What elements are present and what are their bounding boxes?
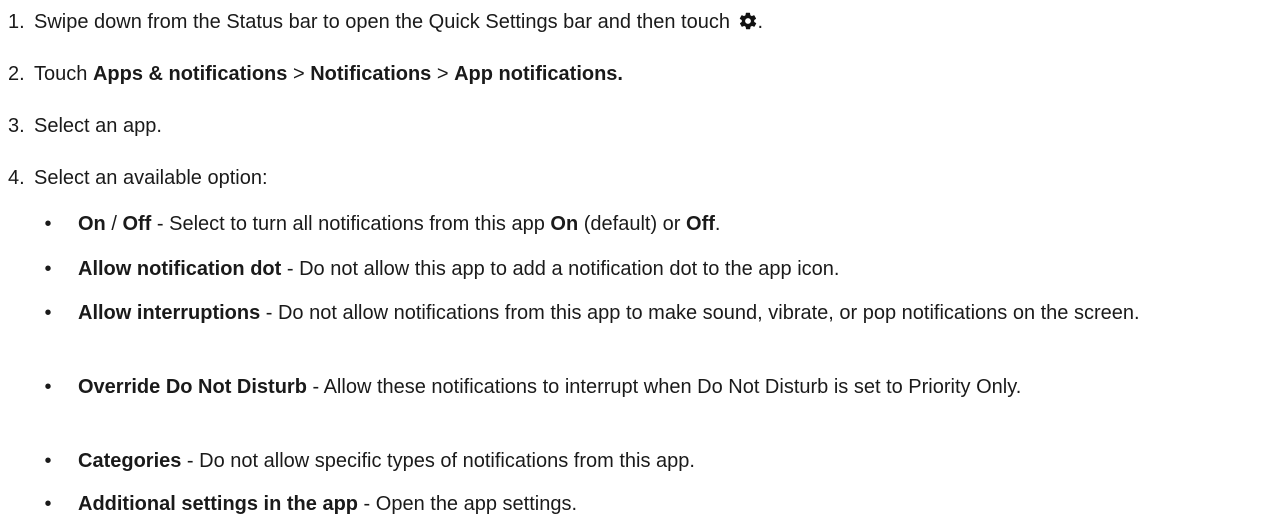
option-description: - Do not allow this app to add a notific… xyxy=(281,258,840,280)
option-allow-notification-dot: • Allow notification dot - Do not allow t… xyxy=(44,254,1268,284)
step-text: Swipe down from the Status bar to open t… xyxy=(34,11,730,33)
option-description: - Do not allow notifications from this a… xyxy=(260,302,1140,324)
step-number: 1. xyxy=(8,11,25,33)
menu-path-app-notifications: App notifications. xyxy=(454,63,623,85)
option-term: Allow interruptions xyxy=(78,302,261,324)
step-text: Select an available option: xyxy=(34,167,268,189)
bullet-marker: • xyxy=(44,450,52,472)
step-4: 4. Select an available option: xyxy=(8,166,268,190)
option-allow-interruptions: • Allow interruptions - Do not allow noti… xyxy=(44,298,1268,328)
option-term: Additional settings in the app xyxy=(78,493,358,515)
bullet-marker: • xyxy=(44,258,52,280)
option-term: Allow notification dot xyxy=(78,258,282,280)
option-description: - Allow these notifications to interrupt… xyxy=(306,376,1022,398)
option-term: Override Do Not Disturb xyxy=(78,376,307,398)
option-description: - Do not allow specific types of notific… xyxy=(181,450,695,472)
option-on-off: • On / Off - Select to turn all notificat… xyxy=(44,209,1268,239)
bullet-marker: • xyxy=(44,376,52,398)
step-number: 3. xyxy=(8,115,25,137)
option-categories: • Categories - Do not allow specific type… xyxy=(44,446,1268,476)
step-1: 1. Swipe down from the Status bar to open… xyxy=(8,11,764,33)
gear-icon xyxy=(739,12,756,30)
bullet-marker: • xyxy=(44,493,52,515)
menu-path-apps-notifications: Apps & notifications xyxy=(92,63,288,85)
step-number: 2. xyxy=(8,63,25,85)
step-3: 3. Select an app. xyxy=(8,114,162,138)
step-text: Select an app. xyxy=(34,115,162,137)
option-term: Categories xyxy=(78,450,182,472)
step-number: 4. xyxy=(8,167,25,189)
menu-path-notifications: Notifications xyxy=(310,63,432,85)
option-description: - Open the app settings. xyxy=(358,493,578,515)
bullet-marker: • xyxy=(44,213,52,235)
bullet-marker: • xyxy=(44,302,52,324)
option-override-do-not-disturb: • Override Do Not Disturb - Allow these n… xyxy=(44,372,1268,402)
option-additional-settings: • Additional settings in the app - Open t… xyxy=(44,489,1268,519)
step-2: 2. Touch Apps & notifications > Notificat… xyxy=(8,63,623,85)
